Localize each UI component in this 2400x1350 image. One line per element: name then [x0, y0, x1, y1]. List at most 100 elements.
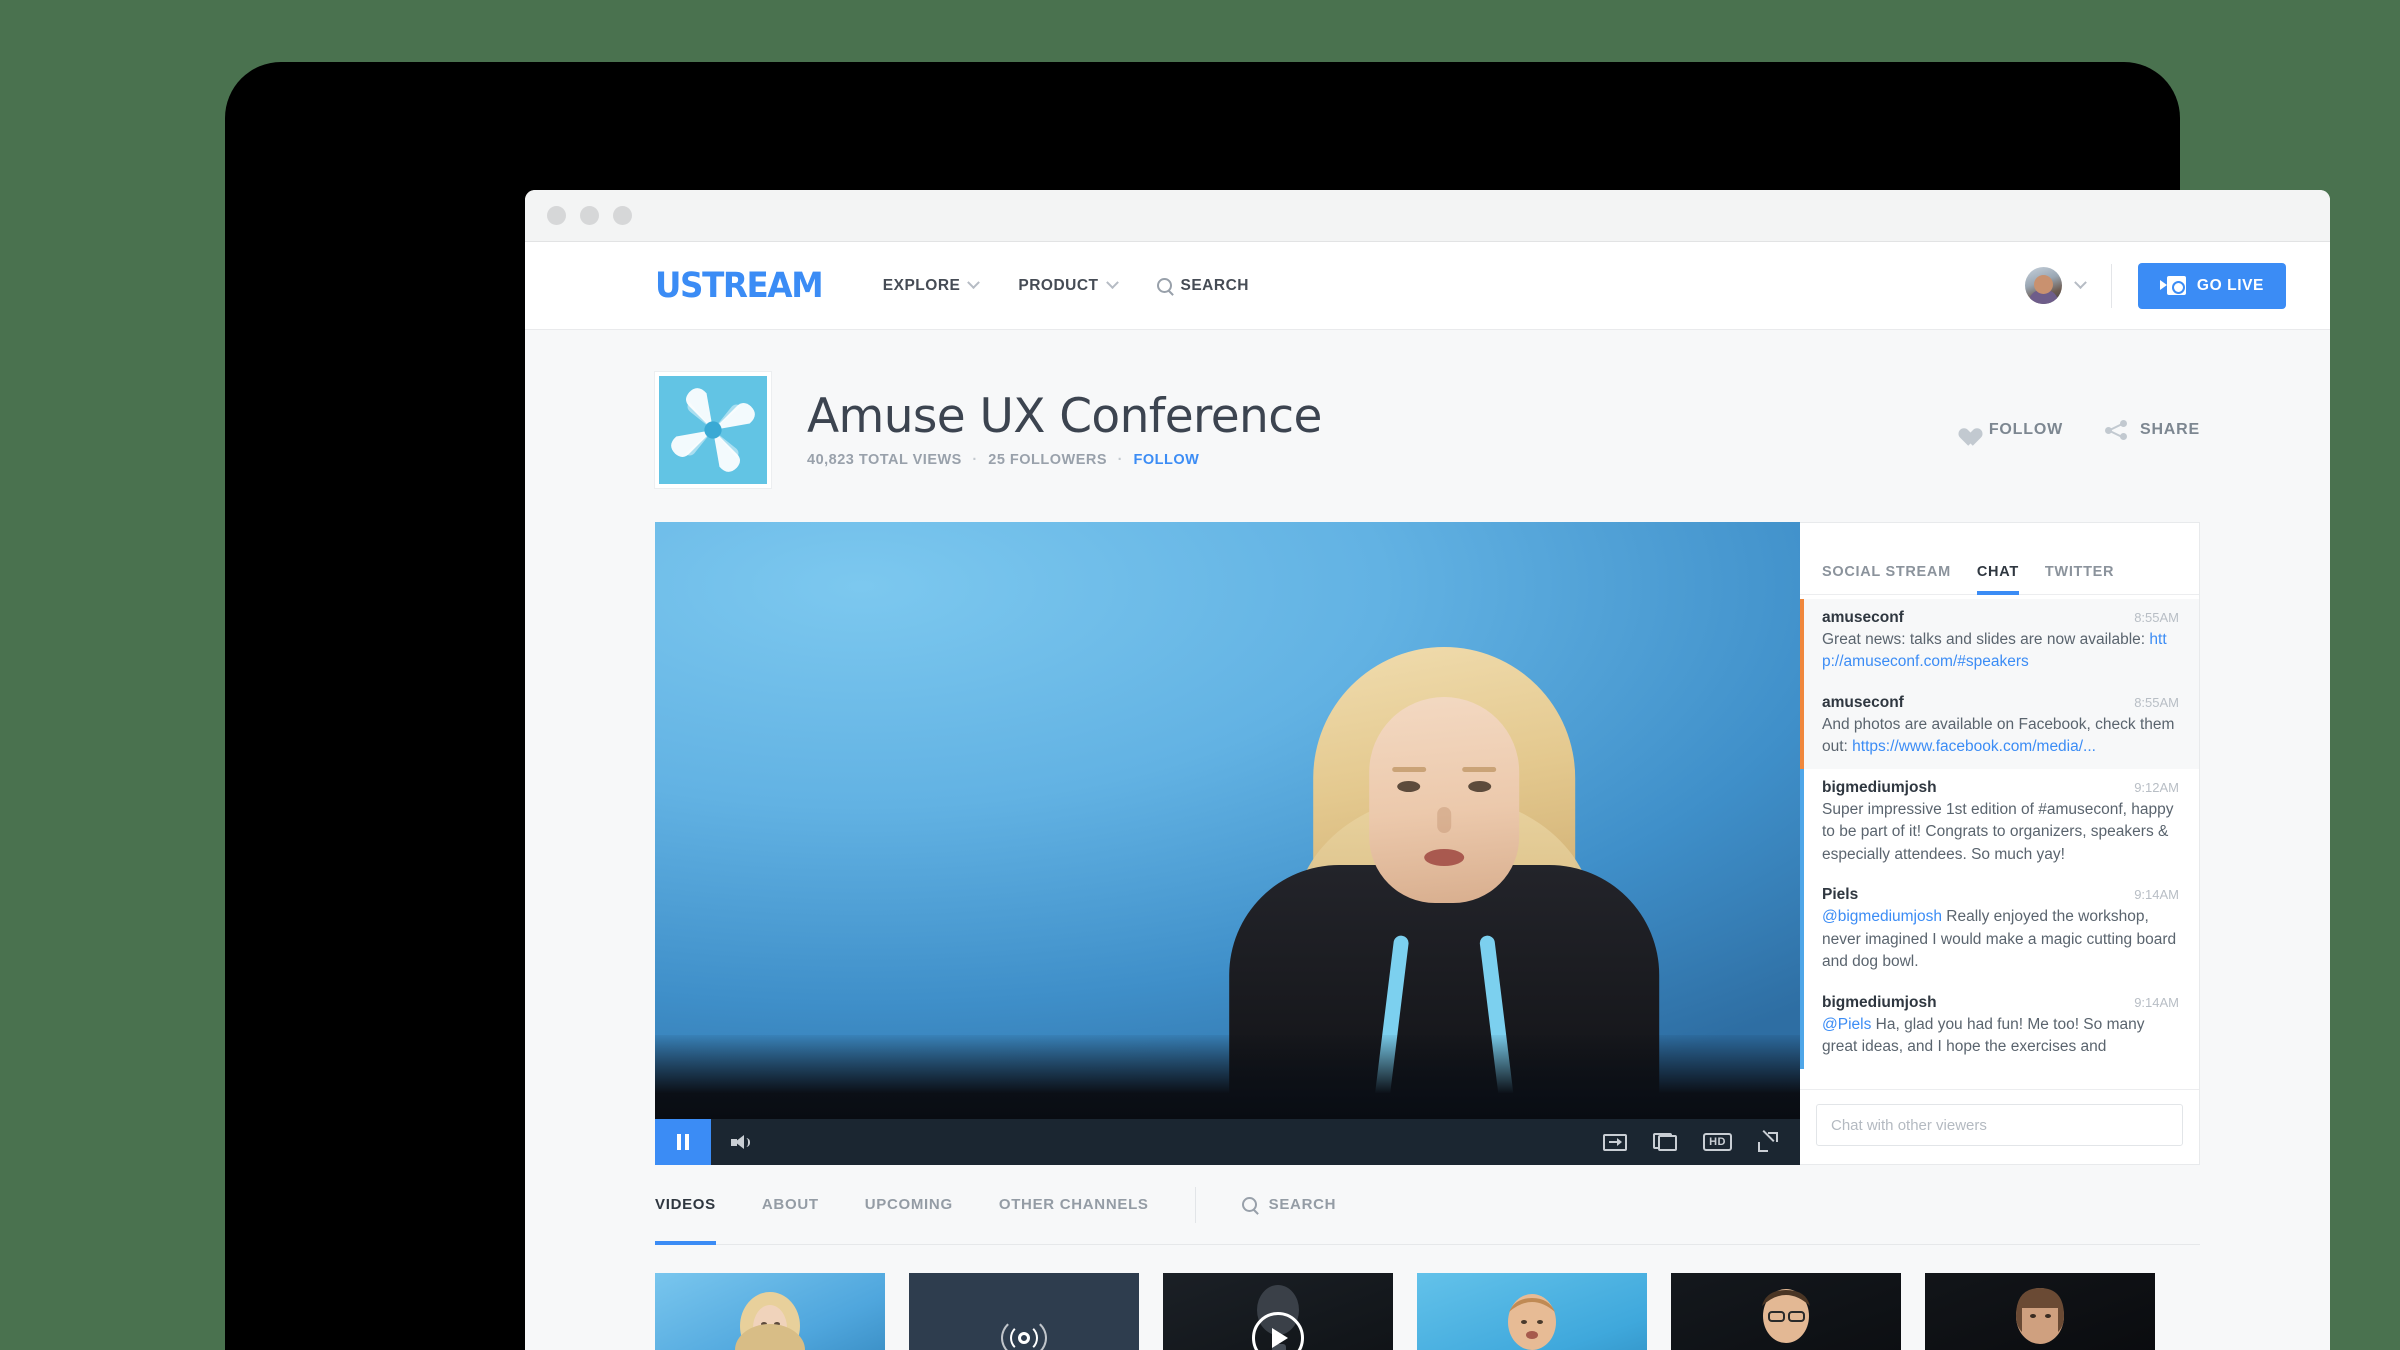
nav-product-label: PRODUCT	[1018, 276, 1099, 294]
chat-mention[interactable]: @bigmediumjosh	[1822, 908, 1942, 925]
video-thumbnail[interactable]	[1925, 1273, 2155, 1350]
meta-separator: ·	[972, 452, 978, 469]
share-icon	[2104, 420, 2127, 440]
chat-message: bigmediumjosh 9:12AM Super impressive 1s…	[1800, 768, 2199, 877]
main-nav: EXPLORE PRODUCT SEARCH	[882, 276, 1249, 295]
volume-icon	[730, 1134, 750, 1150]
chat-panel: SOCIAL STREAM CHAT TWITTER amuseconf 8:5…	[1800, 522, 2200, 1165]
chevron-down-icon	[1105, 276, 1119, 290]
followers-count: 25 FOLLOWERS	[988, 452, 1108, 469]
channel-text-block: Amuse UX Conference 40,823 TOTAL VIEWS ·…	[807, 388, 1322, 468]
chat-mention[interactable]: @Piels	[1822, 1016, 1871, 1033]
avatar[interactable]	[2024, 267, 2062, 304]
chat-username[interactable]: bigmediumjosh	[1822, 994, 1937, 1012]
chat-message: amuseconf 8:55AM And photos are availabl…	[1800, 683, 2199, 769]
channel-logo[interactable]	[655, 372, 771, 488]
browser-titlebar	[525, 190, 2330, 242]
chat-message-text: Super impressive 1st edition of #amuseco…	[1822, 800, 2174, 863]
chat-message-body: Great news: talks and slides are now ava…	[1822, 629, 2179, 674]
tab-chat[interactable]: CHAT	[1976, 564, 2019, 595]
chevron-down-icon	[967, 276, 981, 290]
follow-button[interactable]: FOLLOW	[1956, 421, 2063, 439]
player-and-chat: HD SOCIAL STREAM CHAT TWITTER amuseconf …	[655, 522, 2200, 1165]
chat-message-body: Super impressive 1st edition of #amuseco…	[1822, 799, 2179, 866]
popout-player-icon[interactable]	[1603, 1133, 1628, 1151]
chevron-down-icon[interactable]	[2074, 276, 2087, 290]
chat-message-list[interactable]: amuseconf 8:55AM Great news: talks and s…	[1800, 595, 2199, 1089]
chat-message: amuseconf 8:55AM Great news: talks and s…	[1800, 599, 2199, 684]
search-icon	[1156, 278, 1172, 293]
heart-icon	[1956, 421, 1976, 439]
chat-timestamp: 9:12AM	[2134, 779, 2179, 795]
follow-link[interactable]: FOLLOW	[1133, 452, 1199, 468]
follow-button-label: FOLLOW	[1988, 421, 2063, 438]
share-button-label: SHARE	[2139, 421, 2200, 438]
hd-quality-button[interactable]: HD	[1703, 1133, 1732, 1151]
pinwheel-icon	[671, 388, 755, 472]
window-close-button[interactable]	[547, 206, 566, 225]
chat-timestamp: 8:55AM	[2134, 694, 2179, 710]
chat-message-body: @bigmediumjosh Really enjoyed the worksh…	[1822, 906, 2179, 973]
site-header: USTREAM EXPLORE PRODUCT SEARCH GO LIVE	[525, 242, 2330, 330]
video-thumbnail[interactable]	[655, 1273, 885, 1350]
tab-social-stream[interactable]: SOCIAL STREAM	[1822, 564, 1951, 594]
chat-message: bigmediumjosh 9:14AM @Piels Ha, glad you…	[1800, 983, 2199, 1069]
tab-twitter[interactable]: TWITTER	[2045, 564, 2114, 594]
player-controls-right: HD	[1603, 1129, 1800, 1152]
channel-section-tabs: VIDEOS ABOUT UPCOMING OTHER CHANNELS SEA…	[655, 1165, 2200, 1245]
video-thumbnail[interactable]	[909, 1273, 1139, 1350]
chat-message: Piels 9:14AM @bigmediumjosh Really enjoy…	[1800, 876, 2199, 985]
picture-in-picture-icon[interactable]	[1653, 1133, 1678, 1151]
thumbnail-speaker-image	[2016, 1288, 2064, 1344]
pause-button[interactable]	[655, 1119, 711, 1165]
chat-message-body: And photos are available on Facebook, ch…	[1822, 714, 2179, 759]
video-thumbnail[interactable]	[1417, 1273, 1647, 1350]
video-player[interactable]: HD	[655, 522, 1800, 1165]
laptop-frame: USTREAM EXPLORE PRODUCT SEARCH GO LIVE A…	[225, 62, 2330, 1350]
chat-timestamp: 8:55AM	[2134, 610, 2179, 625]
fullscreen-icon[interactable]	[1758, 1129, 1778, 1152]
broadcast-icon	[992, 1316, 1056, 1350]
tab-other-channels[interactable]: OTHER CHANNELS	[999, 1165, 1149, 1244]
video-thumbnail[interactable]	[1671, 1273, 1901, 1350]
nav-item-product[interactable]: PRODUCT	[1018, 276, 1119, 295]
ustream-logo[interactable]: USTREAM	[655, 266, 824, 306]
header-divider	[2110, 263, 2112, 308]
chat-input[interactable]	[1816, 1104, 2183, 1146]
go-live-button[interactable]: GO LIVE	[2137, 262, 2286, 309]
go-live-label: GO LIVE	[2196, 276, 2264, 294]
search-icon	[1241, 1197, 1257, 1212]
chat-timestamp: 9:14AM	[2134, 887, 2179, 903]
chat-username[interactable]: amuseconf	[1822, 609, 1904, 627]
nav-search-label: SEARCH	[1180, 276, 1249, 294]
tabs-divider	[1194, 1186, 1196, 1223]
camera-icon	[2159, 276, 2186, 295]
window-maximize-button[interactable]	[613, 206, 632, 225]
header-right-group: GO LIVE	[2024, 262, 2286, 309]
thumbnail-speaker-image	[1508, 1294, 1556, 1350]
chat-username[interactable]: bigmediumjosh	[1822, 779, 1937, 797]
meta-separator: ·	[1117, 452, 1123, 469]
chat-message-text: Great news: talks and slides are now ava…	[1822, 631, 2150, 648]
pause-icon	[677, 1134, 689, 1150]
channel-header: Amuse UX Conference 40,823 TOTAL VIEWS ·…	[655, 330, 2200, 522]
nav-explore-label: EXPLORE	[882, 276, 961, 294]
chat-timestamp: 9:14AM	[2134, 994, 2179, 1010]
chat-username[interactable]: amuseconf	[1822, 694, 1904, 712]
share-button[interactable]: SHARE	[2104, 420, 2200, 440]
tab-about[interactable]: ABOUT	[762, 1165, 819, 1244]
nav-item-explore[interactable]: EXPLORE	[882, 276, 981, 295]
tab-upcoming[interactable]: UPCOMING	[865, 1165, 953, 1244]
thumbnail-speaker-image	[735, 1292, 805, 1350]
nav-item-search[interactable]: SEARCH	[1156, 276, 1249, 295]
channel-search-button[interactable]: SEARCH	[1241, 1196, 1337, 1213]
chat-message-link[interactable]: https://www.facebook.com/media/...	[1852, 738, 2096, 755]
page-title: Amuse UX Conference	[807, 388, 1322, 444]
browser-window: USTREAM EXPLORE PRODUCT SEARCH GO LIVE A…	[525, 190, 2330, 1350]
channel-meta: 40,823 TOTAL VIEWS · 25 FOLLOWERS · FOLL…	[807, 452, 1322, 468]
window-minimize-button[interactable]	[580, 206, 599, 225]
volume-button[interactable]	[711, 1134, 769, 1150]
video-thumbnail[interactable]	[1163, 1273, 1393, 1350]
chat-username[interactable]: Piels	[1822, 886, 1858, 904]
tab-videos[interactable]: VIDEOS	[655, 1165, 716, 1245]
